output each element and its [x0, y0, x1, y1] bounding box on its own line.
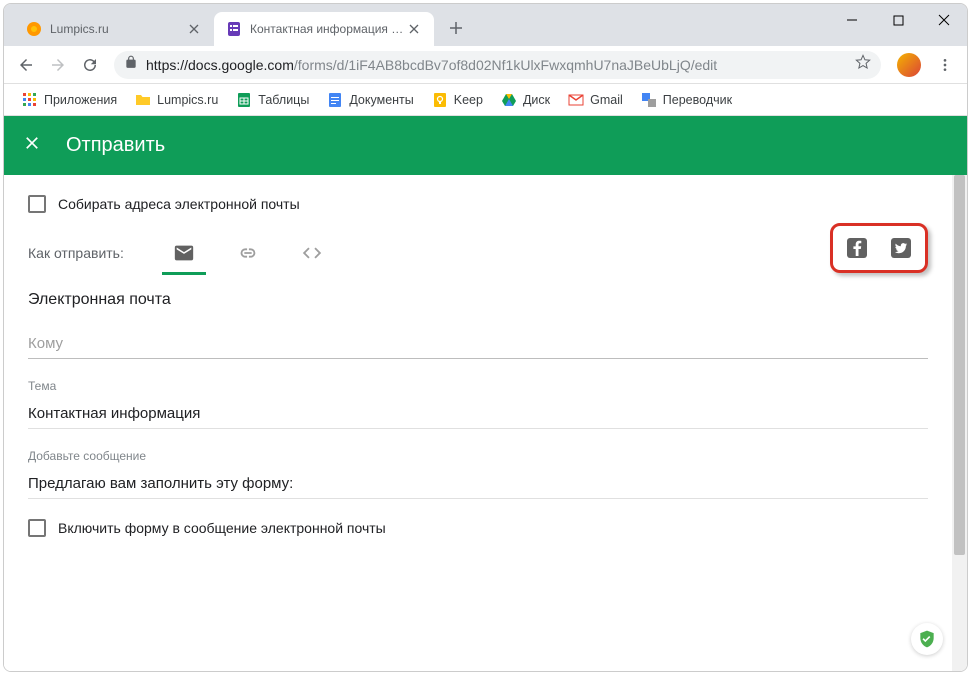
dialog-close-button[interactable]	[22, 133, 42, 158]
favicon-orange-icon	[26, 21, 42, 37]
via-link-tab[interactable]	[216, 231, 280, 275]
close-icon[interactable]	[406, 21, 422, 37]
collect-emails-row: Собирать адреса электронной почты	[28, 195, 928, 213]
window-controls	[829, 4, 967, 36]
profile-avatar[interactable]	[897, 53, 921, 77]
to-field-group	[28, 329, 928, 359]
tab-title: Контактная информация - Goo	[250, 22, 406, 36]
keep-icon	[432, 92, 448, 108]
browser-menu-button[interactable]	[931, 51, 959, 79]
bookmark-translate[interactable]: Переводчик	[633, 88, 740, 112]
subject-input[interactable]	[28, 399, 928, 429]
translate-icon	[641, 92, 657, 108]
dialog-title: Отправить	[66, 134, 165, 157]
email-icon	[173, 242, 195, 264]
bookmark-label: Gmail	[590, 93, 623, 107]
bookmark-docs[interactable]: Документы	[319, 88, 421, 112]
embed-icon	[301, 242, 323, 264]
close-window-button[interactable]	[921, 4, 967, 36]
tab-lumpics[interactable]: Lumpics.ru	[14, 12, 214, 46]
back-button[interactable]	[12, 51, 40, 79]
twitter-icon	[889, 236, 913, 260]
collect-emails-checkbox[interactable]	[28, 195, 46, 213]
apps-icon	[22, 92, 38, 108]
drive-icon	[501, 92, 517, 108]
forward-button[interactable]	[44, 51, 72, 79]
via-email-tab[interactable]	[152, 231, 216, 275]
include-form-checkbox[interactable]	[28, 519, 46, 537]
subject-field-group: Тема	[28, 379, 928, 429]
bookmarks-bar: Приложения Lumpics.ru Таблицы Документы …	[4, 84, 967, 116]
facebook-icon	[845, 236, 869, 260]
send-via-row: Как отправить:	[28, 231, 928, 275]
minimize-button[interactable]	[829, 4, 875, 36]
new-tab-button[interactable]	[442, 14, 470, 42]
bookmark-label: Диск	[523, 93, 550, 107]
content-area: Отправить Собирать адреса электронной по…	[4, 116, 967, 671]
bookmark-sheets[interactable]: Таблицы	[228, 88, 317, 112]
shield-icon	[917, 629, 937, 649]
email-section-title: Электронная почта	[28, 291, 928, 309]
scrollbar-thumb[interactable]	[954, 175, 965, 555]
folder-icon	[135, 92, 151, 108]
bookmark-label: Lumpics.ru	[157, 93, 218, 107]
message-label: Добавьте сообщение	[28, 449, 928, 463]
close-icon[interactable]	[186, 21, 202, 37]
title-bar: Lumpics.ru Контактная информация - Goo	[4, 4, 967, 46]
bookmark-apps[interactable]: Приложения	[14, 88, 125, 112]
dialog-body: Собирать адреса электронной почты Как от…	[4, 175, 952, 671]
bookmark-gmail[interactable]: Gmail	[560, 88, 631, 112]
social-highlight-box	[830, 223, 928, 273]
scrollbar[interactable]	[952, 175, 967, 671]
bookmark-drive[interactable]: Диск	[493, 88, 558, 112]
message-field-group: Добавьте сообщение	[28, 449, 928, 499]
sheets-icon	[236, 92, 252, 108]
collect-emails-label: Собирать адреса электронной почты	[58, 196, 300, 212]
send-via-label: Как отправить:	[28, 245, 124, 261]
bookmark-label: Переводчик	[663, 93, 732, 107]
include-form-label: Включить форму в сообщение электронной п…	[58, 520, 386, 536]
favicon-forms-icon	[226, 21, 242, 37]
lock-icon	[124, 55, 138, 74]
bookmark-label: Приложения	[44, 93, 117, 107]
tabs-area: Lumpics.ru Контактная информация - Goo	[4, 4, 829, 46]
dialog-header: Отправить	[4, 116, 967, 175]
via-embed-tab[interactable]	[280, 231, 344, 275]
address-bar: https://docs.google.com/forms/d/1iF4AB8b…	[4, 46, 967, 84]
bookmark-label: Документы	[349, 93, 413, 107]
bookmark-label: Keep	[454, 93, 483, 107]
browser-window: Lumpics.ru Контактная информация - Goo	[3, 3, 968, 672]
include-form-row: Включить форму в сообщение электронной п…	[28, 519, 928, 537]
bookmark-keep[interactable]: Keep	[424, 88, 491, 112]
reload-button[interactable]	[76, 51, 104, 79]
url-omnibox[interactable]: https://docs.google.com/forms/d/1iF4AB8b…	[114, 51, 881, 79]
maximize-button[interactable]	[875, 4, 921, 36]
subject-label: Тема	[28, 379, 928, 393]
shield-badge[interactable]	[911, 623, 943, 655]
link-icon	[237, 242, 259, 264]
docs-icon	[327, 92, 343, 108]
tab-title: Lumpics.ru	[50, 22, 186, 36]
gmail-icon	[568, 92, 584, 108]
bookmark-label: Таблицы	[258, 93, 309, 107]
twitter-button[interactable]	[887, 234, 915, 262]
bookmark-lumpics[interactable]: Lumpics.ru	[127, 88, 226, 112]
message-input[interactable]	[28, 469, 928, 499]
tab-forms[interactable]: Контактная информация - Goo	[214, 12, 434, 46]
to-input[interactable]	[28, 329, 928, 359]
url-text: https://docs.google.com/forms/d/1iF4AB8b…	[146, 57, 717, 73]
facebook-button[interactable]	[843, 234, 871, 262]
star-icon[interactable]	[855, 54, 871, 75]
